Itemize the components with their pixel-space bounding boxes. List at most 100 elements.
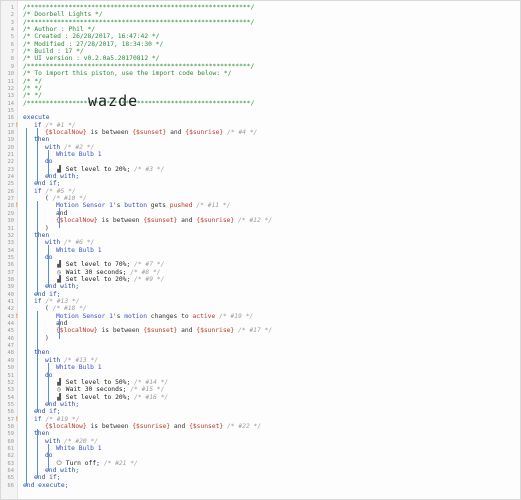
code-token: if (34, 298, 46, 305)
piston-code-viewer: 1/**************************************… (0, 0, 521, 500)
code-token: /* #6 */ (63, 239, 95, 247)
code-token: and (177, 327, 197, 335)
code-token: /* Modified : 27/28/2017, 18:34:30 */ (23, 40, 164, 48)
code-text: White Bulb 1 (56, 247, 102, 255)
code-text: /***************************************… (23, 100, 254, 108)
code-token: /* #2 */ (63, 143, 95, 151)
code-text: {$localNow} is between {$sunrise} and {$… (45, 423, 261, 431)
code-token: 's (112, 312, 125, 320)
code-token: {$sunset} (132, 128, 167, 136)
code-token: /* #20 */ (63, 437, 99, 445)
code-token: /***************************************… (23, 62, 255, 70)
code-token: /* UI version : v0.2.0a5.20170812 */ (23, 55, 160, 63)
code-token: White Bulb 1 (56, 151, 102, 158)
code-token: execute (23, 114, 50, 122)
code-token: end execute; (23, 481, 69, 489)
line-number: 66 (7, 482, 15, 489)
code-token: /* #13 */ (45, 298, 80, 305)
code-token: {$sunset} (143, 327, 178, 335)
code-token: {$sunrise} (196, 327, 235, 335)
indent-guide-line (37, 127, 38, 185)
code-token: /* #22 */ (223, 422, 262, 430)
code-token: White Bulb 1 (56, 364, 102, 372)
code-token: /* #21 */ (99, 459, 138, 467)
code-token: /* */ (23, 84, 42, 92)
code-token: Set level to 20%; (62, 165, 131, 173)
indent-guide-line (48, 443, 49, 472)
indent-guide-line (26, 127, 27, 486)
code-text: /* To import this piston, use the import… (23, 70, 232, 78)
code-token: Set level to 70%; (62, 261, 131, 269)
warning-marker-icon: ! (15, 312, 19, 320)
code-token: Motion Sensor 1 (56, 202, 113, 210)
code-token: /* To import this piston, use the import… (23, 70, 232, 78)
indent-guide-line (59, 318, 60, 339)
code-token: and (56, 209, 68, 217)
code-token: {$localNow} (56, 327, 98, 335)
warning-marker-icon: ! (15, 202, 19, 210)
code-token: pushed (169, 202, 193, 210)
code-token: /* #9 */ (130, 275, 165, 283)
indent-guide-line (48, 149, 49, 178)
code-token: ( (45, 305, 53, 313)
code-token: if (34, 415, 46, 423)
code-token: /* #5 */ (45, 187, 76, 195)
code-text: end execute; (23, 482, 69, 490)
indent-guide-line (37, 201, 38, 295)
code-token: /***************************************… (23, 18, 255, 26)
code-token: motion (124, 312, 147, 320)
indent-guide-line (37, 428, 38, 479)
code-token: {$localNow} (45, 422, 87, 430)
code-token: /***************************************… (23, 4, 255, 11)
indent-guide-line (59, 208, 60, 229)
code-token: /* #15 */ (126, 386, 165, 394)
code-token: active (192, 312, 216, 320)
code-token: /* Created : 26/28/2017, 16:47:42 */ (23, 33, 160, 41)
code-token: /* #19 */ (215, 312, 254, 320)
warning-marker-icon: ! (15, 121, 19, 129)
code-token: {$sunset} (143, 217, 178, 225)
code-token: is between (97, 327, 144, 335)
code-token: /* #18 */ (52, 305, 87, 313)
code-token: gets (147, 202, 170, 210)
code-token: Turn off; (62, 459, 100, 467)
code-token: if (34, 121, 46, 129)
code-token: {$sunset} (189, 422, 224, 430)
code-token: ( (45, 195, 53, 203)
indent-guide-line (48, 362, 49, 405)
code-text: ) (45, 335, 49, 343)
code-token: 's (112, 202, 125, 210)
code-token: /* #12 */ (234, 217, 273, 225)
code-token: /* #17 */ (234, 327, 273, 335)
code-token: /* #13 */ (63, 356, 99, 364)
code-text: Motion Sensor 1's button gets pushed /* … (56, 202, 230, 210)
code-text: White Bulb 1 (56, 151, 102, 159)
code-token: Set level to 20%; (62, 275, 131, 283)
code-token: /* Author : Phil */ (23, 26, 96, 34)
code-token: /* Build : 17 */ (23, 48, 84, 56)
code-token: /* #4 */ (223, 128, 258, 136)
code-token: ) (45, 224, 49, 232)
code-text: Motion Sensor 1's motion changes to acti… (56, 313, 253, 321)
code-token: /* Doorbell Lights */ (23, 11, 103, 19)
code-token: Set level to 50%; (62, 378, 131, 386)
code-token: /* #19 */ (45, 415, 80, 423)
code-token: /* #1 */ (45, 121, 76, 129)
warning-marker-icon: ! (15, 415, 19, 423)
watermark-logo: wazde (88, 92, 139, 110)
code-token: /* #7 */ (130, 261, 165, 269)
code-token: end with; (45, 400, 80, 408)
code-token: {$localNow} (45, 128, 87, 136)
code-text: {$localNow} is between {$sunset} and {$s… (56, 327, 272, 335)
code-text: White Bulb 1 (56, 445, 102, 453)
code-token: end with; (45, 467, 80, 475)
code-token: and (177, 217, 197, 225)
code-token: /* #10 */ (52, 195, 87, 203)
indent-guide-line (37, 311, 38, 413)
code-token: {$sunrise} (185, 128, 224, 136)
code-token: is between (86, 128, 133, 136)
code-text: {$localNow} is between {$sunset} and {$s… (45, 129, 257, 137)
code-token: White Bulb 1 (56, 246, 102, 254)
code-token: {$sunrise} (132, 422, 171, 430)
code-text: {$localNow} is between {$sunset} and {$s… (56, 217, 272, 225)
